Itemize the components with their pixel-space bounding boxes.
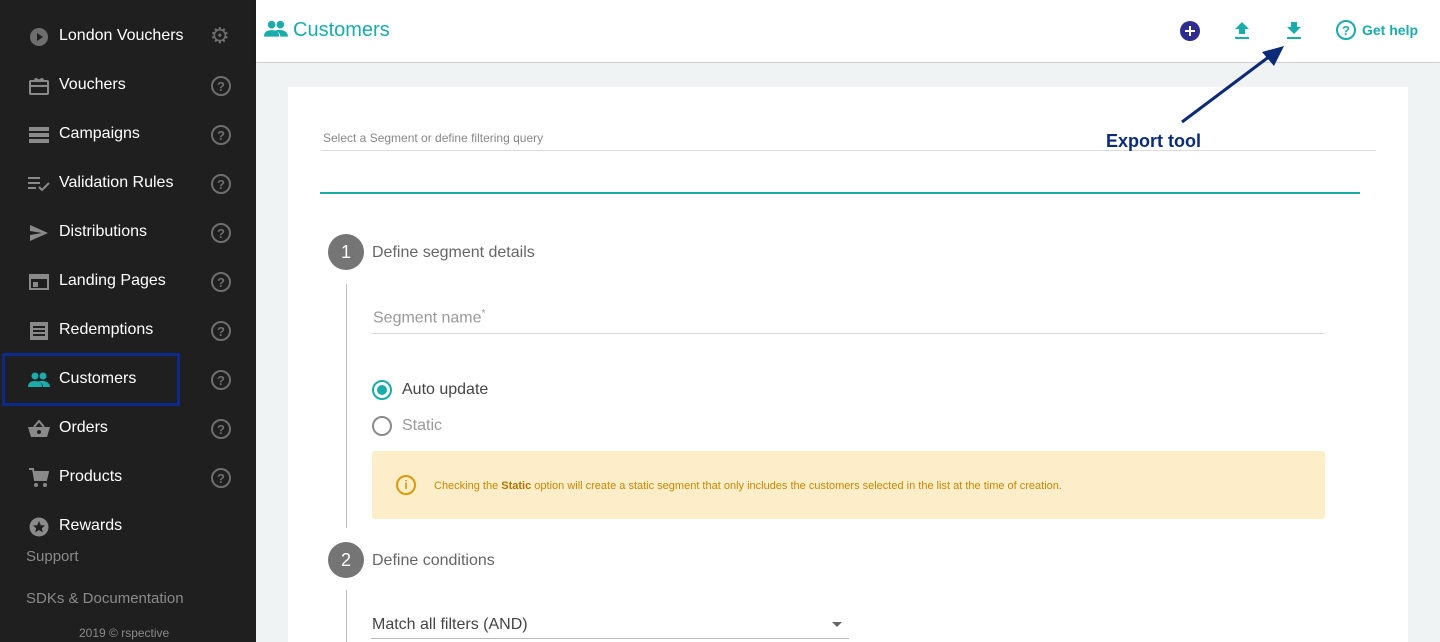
step-connector bbox=[346, 284, 347, 528]
step-1-badge: 1 bbox=[328, 234, 364, 270]
query-active-underline bbox=[320, 192, 1360, 194]
query-underline bbox=[321, 150, 1376, 151]
sidebar-item-label: Products bbox=[59, 468, 123, 485]
sidebar: London Vouchers ⚙ Vouchers ? Campaigns ?… bbox=[0, 0, 256, 642]
help-icon[interactable]: ? bbox=[211, 76, 231, 96]
step-1-title: Define segment details bbox=[372, 244, 535, 261]
radio-unchecked-icon bbox=[372, 416, 392, 436]
help-icon[interactable]: ? bbox=[211, 223, 231, 243]
cart-icon bbox=[28, 468, 50, 488]
help-icon[interactable]: ? bbox=[211, 468, 231, 488]
sidebar-item-label: Validation Rules bbox=[59, 174, 174, 191]
radio-checked-icon bbox=[372, 380, 392, 400]
help-icon[interactable]: ? bbox=[211, 174, 231, 194]
sidebar-item-project[interactable]: London Vouchers ⚙ bbox=[0, 17, 256, 57]
copyright-text: 2019 © rspective bbox=[79, 626, 170, 640]
page-header: Customers ? Get help bbox=[256, 0, 1440, 63]
download-icon bbox=[1287, 22, 1301, 39]
sidebar-item-distributions[interactable]: Distributions ? bbox=[0, 213, 256, 253]
play-circle-icon bbox=[28, 27, 50, 47]
page-title: Customers bbox=[293, 19, 390, 41]
sidebar-item-vouchers[interactable]: Vouchers ? bbox=[0, 66, 256, 106]
match-filters-value: Match all filters (AND) bbox=[372, 616, 528, 633]
help-icon[interactable]: ? bbox=[211, 272, 231, 292]
active-item-highlight bbox=[2, 353, 180, 406]
sidebar-item-label: Redemptions bbox=[59, 321, 154, 338]
export-button[interactable] bbox=[1283, 20, 1305, 42]
sidebar-item-label: Distributions bbox=[59, 223, 148, 240]
sidebar-item-label: Orders bbox=[59, 419, 108, 436]
sidebar-item-rewards[interactable]: Rewards bbox=[0, 507, 256, 547]
info-text: Checking the Static option will create a… bbox=[434, 480, 1062, 492]
help-icon[interactable]: ? bbox=[211, 321, 231, 341]
select-underline bbox=[371, 638, 849, 639]
export-tool-annotation: Export tool bbox=[1106, 131, 1201, 151]
static-radio[interactable]: Static bbox=[372, 416, 442, 436]
static-info-banner: i Checking the Static option will create… bbox=[372, 451, 1325, 519]
sidebar-item-label: Campaigns bbox=[59, 125, 140, 142]
sidebar-item-validation-rules[interactable]: Validation Rules ? bbox=[0, 164, 256, 204]
star-badge-icon bbox=[28, 517, 50, 537]
sidebar-item-landing-pages[interactable]: Landing Pages ? bbox=[0, 262, 256, 302]
get-help-link[interactable]: ? Get help bbox=[1336, 20, 1418, 40]
sidebar-item-label: London Vouchers bbox=[59, 27, 184, 44]
add-customer-button[interactable] bbox=[1179, 20, 1201, 42]
step-2-title: Define conditions bbox=[372, 552, 495, 569]
segment-form-card: Select a Segment or define filtering que… bbox=[288, 87, 1408, 642]
help-icon: ? bbox=[1336, 20, 1356, 40]
sidebar-item-redemptions[interactable]: Redemptions ? bbox=[0, 311, 256, 351]
sidebar-item-campaigns[interactable]: Campaigns ? bbox=[0, 115, 256, 155]
segment-name-label: Segment name* bbox=[373, 308, 486, 327]
step-2-badge: 2 bbox=[328, 542, 364, 578]
upload-icon bbox=[1235, 22, 1249, 39]
checklist-icon bbox=[28, 174, 50, 194]
list-icon bbox=[28, 125, 50, 145]
step-connector bbox=[346, 590, 347, 642]
help-icon[interactable]: ? bbox=[211, 370, 231, 390]
sidebar-item-orders[interactable]: Orders ? bbox=[0, 409, 256, 449]
auto-update-radio[interactable]: Auto update bbox=[372, 380, 488, 400]
required-marker: * bbox=[481, 308, 486, 319]
people-icon bbox=[264, 20, 288, 40]
import-button[interactable] bbox=[1231, 20, 1253, 42]
send-icon bbox=[28, 223, 50, 243]
get-help-label: Get help bbox=[1362, 22, 1419, 38]
help-icon[interactable]: ? bbox=[211, 419, 231, 439]
receipt-icon bbox=[28, 321, 50, 341]
sidebar-item-label: Vouchers bbox=[59, 76, 126, 93]
sdk-docs-link[interactable]: SDKs & Documentation bbox=[26, 590, 184, 607]
sidebar-item-label: Rewards bbox=[59, 517, 123, 534]
gift-card-icon bbox=[28, 76, 50, 96]
static-label: Static bbox=[402, 417, 443, 434]
plus-circle-icon bbox=[1180, 21, 1200, 41]
info-icon: i bbox=[396, 475, 416, 495]
main-area: Select a Segment or define filtering que… bbox=[256, 64, 1440, 642]
segment-name-underline bbox=[371, 333, 1325, 334]
sidebar-item-products[interactable]: Products ? bbox=[0, 458, 256, 498]
caret-down-icon bbox=[832, 622, 842, 627]
auto-update-label: Auto update bbox=[402, 381, 489, 398]
web-page-icon bbox=[28, 272, 50, 292]
help-icon[interactable]: ? bbox=[211, 125, 231, 145]
basket-icon bbox=[28, 419, 50, 439]
segment-query-input[interactable]: Select a Segment or define filtering que… bbox=[323, 131, 543, 145]
gear-icon[interactable]: ⚙ bbox=[210, 25, 230, 47]
support-link[interactable]: Support bbox=[26, 548, 79, 565]
sidebar-item-label: Landing Pages bbox=[59, 272, 166, 289]
